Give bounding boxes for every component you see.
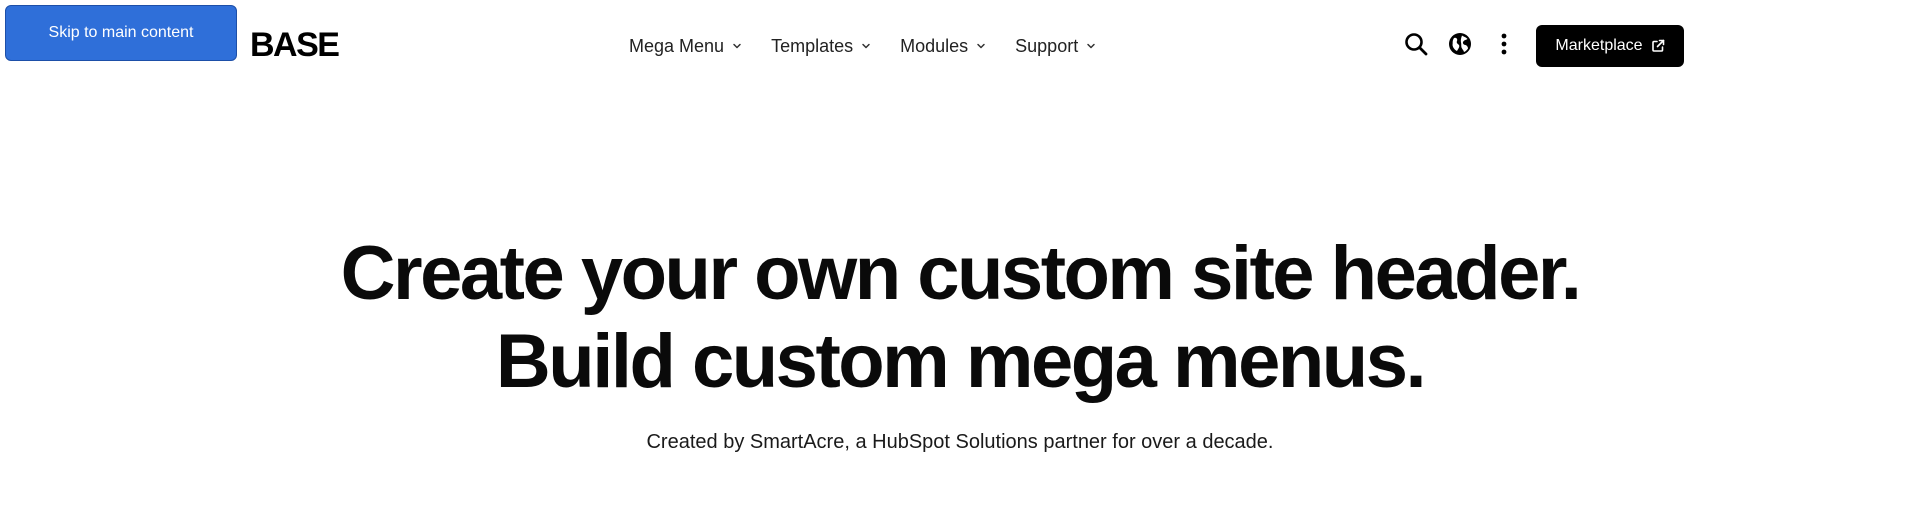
marketplace-button[interactable]: Marketplace: [1536, 25, 1684, 67]
nav-item-templates[interactable]: Templates: [771, 36, 872, 57]
hero-title-line-2: Build custom mega menus.: [495, 319, 1427, 404]
search-button[interactable]: [1400, 30, 1432, 62]
language-button[interactable]: [1444, 30, 1476, 62]
more-options-button[interactable]: [1488, 30, 1520, 62]
chevron-down-icon: [731, 40, 743, 52]
hero-title: Create your own custom site header. Buil…: [0, 230, 1920, 406]
chevron-down-icon: [1085, 40, 1097, 52]
utility-nav: [1400, 26, 1520, 66]
nav-item-modules[interactable]: Modules: [900, 36, 987, 57]
hero-section: Create your own custom site header. Buil…: [0, 230, 1920, 456]
nav-item-support[interactable]: Support: [1015, 36, 1097, 57]
globe-icon: [1447, 31, 1473, 62]
chevron-down-icon: [860, 40, 872, 52]
nav-item-label: Mega Menu: [629, 35, 725, 56]
external-link-icon: [1651, 39, 1665, 53]
more-vertical-icon: [1491, 31, 1517, 62]
hero-title-line-1: Create your own custom site header.: [340, 231, 1582, 316]
nav-item-label: Modules: [900, 35, 969, 56]
nav-item-label: Support: [1015, 35, 1079, 56]
chevron-down-icon: [975, 40, 987, 52]
primary-nav: Mega Menu Templates Modules Support: [629, 28, 1097, 64]
marketplace-button-label: Marketplace: [1555, 37, 1643, 54]
skip-to-main-content-link[interactable]: Skip to main content: [5, 5, 237, 61]
brand-logo[interactable]: BASE: [250, 25, 340, 65]
search-icon: [1403, 31, 1429, 62]
page: Skip to main content BASE Mega Menu Temp…: [0, 0, 1920, 516]
nav-item-label: Templates: [771, 35, 854, 56]
hero-subtitle: Created by SmartAcre, a HubSpot Solution…: [646, 431, 1274, 453]
nav-item-mega-menu[interactable]: Mega Menu: [629, 36, 743, 57]
